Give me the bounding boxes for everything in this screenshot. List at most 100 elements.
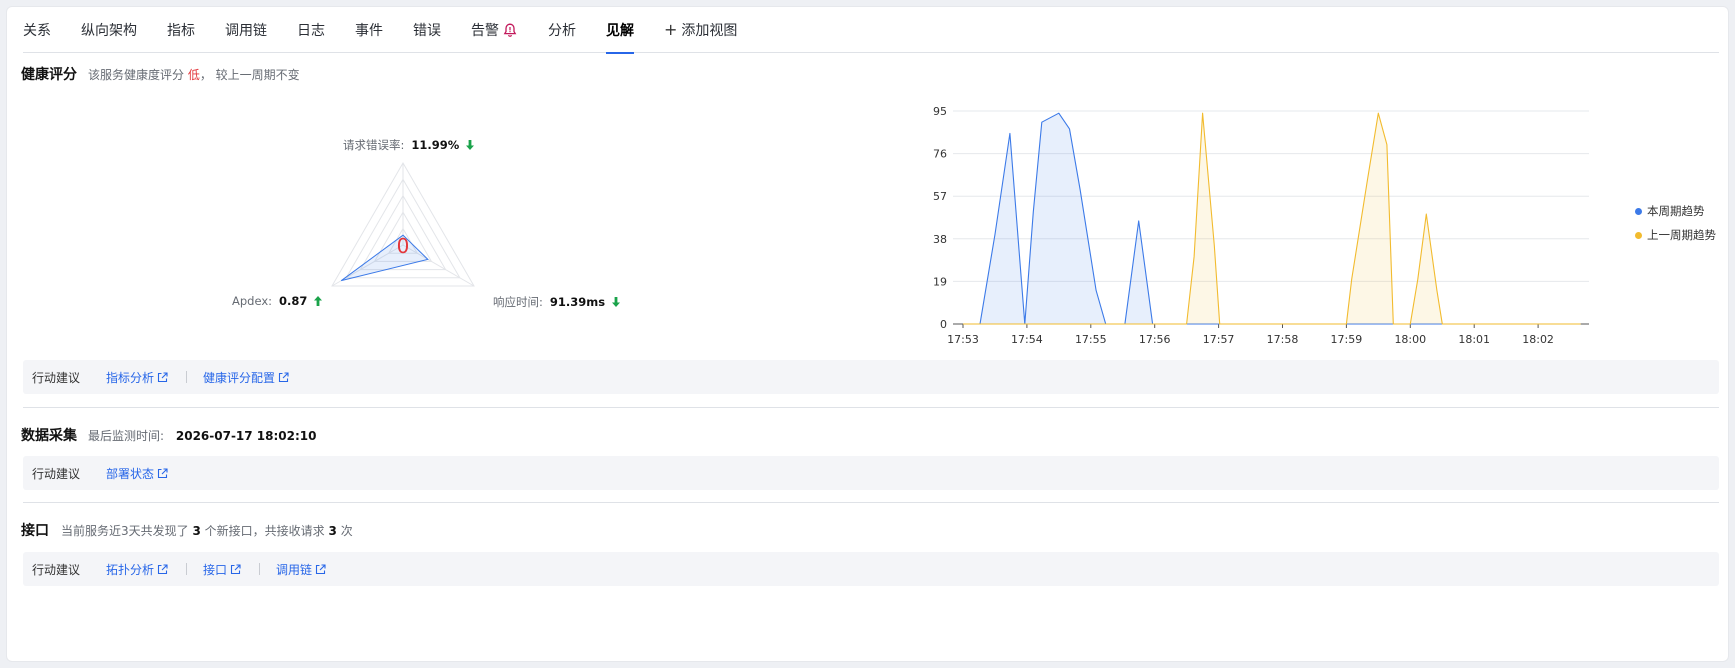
- x-tick-label: 17:53: [947, 333, 979, 346]
- y-tick-label: 95: [933, 105, 947, 118]
- legend-current-label: 本周期趋势: [1647, 204, 1705, 218]
- deploy-status-link-label: 部署状态: [106, 466, 155, 481]
- tab-bar: 关系 纵向架构 指标 调用链 日志 事件 错误 告警 分析 见解 + 添加视图: [23, 7, 1719, 54]
- tab-logs[interactable]: 日志: [297, 7, 325, 53]
- apdex-label: Apdex:: [232, 294, 273, 308]
- error-rate-value: 11.99%: [411, 138, 460, 152]
- x-tick-label: 17:56: [1139, 333, 1171, 346]
- x-tick-label: 18:01: [1458, 333, 1490, 346]
- health-radar: 0 请求错误率: 11.99% Apdex: 0.87 响应时间: 91.39m…: [227, 133, 687, 353]
- health-score: 0: [397, 234, 410, 258]
- advice-label: 行动建议: [32, 562, 81, 577]
- section-divider: [23, 407, 1719, 408]
- arrow-down-icon: [612, 297, 621, 307]
- collect-advice-bar: 行动建议 部署状态: [23, 456, 1719, 490]
- error-rate-metric: 请求错误率: 11.99%: [343, 137, 475, 153]
- legend-current-dot: [1635, 207, 1642, 215]
- api-link[interactable]: 接口: [203, 561, 241, 578]
- legend-previous-dot: [1635, 231, 1642, 239]
- error-rate-label: 请求错误率:: [343, 138, 405, 152]
- api-request-count: 3: [328, 524, 337, 538]
- api-link-label: 接口: [203, 562, 228, 577]
- external-link-icon: [157, 467, 168, 478]
- external-link-icon: [316, 563, 326, 574]
- external-link-icon: [157, 563, 168, 574]
- tab-alerts[interactable]: 告警: [471, 7, 518, 53]
- x-tick-label: 17:57: [1203, 333, 1235, 346]
- advice-label: 行动建议: [32, 466, 81, 481]
- tab-analysis[interactable]: 分析: [548, 7, 576, 53]
- tab-insight[interactable]: 见解: [606, 7, 634, 54]
- tab-errors[interactable]: 错误: [413, 7, 441, 53]
- data-collection-title: 数据采集: [21, 428, 77, 444]
- health-desc-suffix: ， 较上一周期不变: [199, 68, 300, 82]
- apdex-value: 0.87: [279, 294, 308, 308]
- last-monitor-time: 2026-07-17 18:02:10: [175, 429, 317, 443]
- tab-trace[interactable]: 调用链: [225, 7, 267, 53]
- data-collection-desc: 最后监测时间: 2026-07-17 18:02:10: [88, 427, 317, 444]
- legend-previous-label: 上一周期趋势: [1647, 228, 1716, 242]
- metric-analysis-link[interactable]: 指标分析: [106, 369, 168, 386]
- add-view-label: 添加视图: [681, 22, 738, 39]
- trace-link-label: 调用链: [276, 562, 313, 577]
- external-link-icon: [230, 563, 241, 574]
- external-link-icon: [278, 371, 289, 382]
- trend-chart: 0 19 38 57 76 95 17:53 17:54 17:55 17:56 17:57 17:5…: [877, 105, 1717, 395]
- x-tick-label: 18:00: [1394, 333, 1426, 346]
- health-level: 低: [187, 68, 200, 82]
- x-tick-label: 17:55: [1075, 333, 1107, 346]
- y-tick-label: 0: [940, 318, 947, 331]
- x-tick-label: 17:58: [1267, 333, 1299, 346]
- add-view-button[interactable]: + 添加视图: [664, 7, 737, 53]
- trend-chart-svg: 0 19 38 57 76 95 17:53 17:54 17:55 17:56 17:57 17:5…: [933, 105, 1589, 346]
- health-title: 健康评分: [21, 67, 77, 83]
- response-time-label: 响应时间:: [493, 295, 543, 309]
- link-separator: [259, 563, 261, 575]
- series-area-0: [963, 113, 1581, 324]
- last-monitor-label: 最后监测时间:: [88, 429, 165, 443]
- trace-link[interactable]: 调用链: [276, 561, 326, 578]
- metric-analysis-link-label: 指标分析: [106, 370, 155, 385]
- api-new-count: 3: [192, 524, 201, 538]
- api-desc-part3: 次: [340, 524, 353, 538]
- topology-analysis-link[interactable]: 拓扑分析: [106, 561, 168, 578]
- health-score-config-link[interactable]: 健康评分配置: [203, 369, 289, 386]
- health-score-config-link-label: 健康评分配置: [203, 370, 276, 385]
- legend-current[interactable]: 本周期趋势: [1635, 203, 1705, 219]
- tab-metrics[interactable]: 指标: [167, 7, 195, 53]
- x-tick-label: 17:54: [1011, 333, 1043, 346]
- health-advice-bar: 行动建议 指标分析 健康评分配置: [23, 360, 1719, 394]
- api-desc: 当前服务近3天共发现了 3 个新接口，共接收请求 3 次: [61, 522, 353, 539]
- api-title: 接口: [21, 523, 49, 539]
- advice-label: 行动建议: [32, 370, 81, 385]
- response-time-value: 91.39ms: [549, 295, 606, 309]
- topology-analysis-link-label: 拓扑分析: [106, 562, 155, 577]
- tab-events[interactable]: 事件: [355, 7, 383, 53]
- deploy-status-link[interactable]: 部署状态: [106, 465, 168, 482]
- insight-card: 关系 纵向架构 指标 调用链 日志 事件 错误 告警 分析 见解 + 添加视图 …: [6, 6, 1729, 662]
- legend-previous[interactable]: 上一周期趋势: [1635, 227, 1716, 243]
- apdex-metric: Apdex: 0.87: [232, 294, 323, 308]
- tab-alerts-label: 告警: [471, 22, 499, 39]
- radar-chart: 0: [331, 162, 475, 287]
- radar-grid: [331, 162, 475, 287]
- api-advice-bar: 行动建议 拓扑分析 接口 调用链: [23, 552, 1719, 586]
- x-tick-label: 18:02: [1522, 333, 1554, 346]
- tab-relation[interactable]: 关系: [23, 7, 51, 53]
- alert-bell-icon: [503, 23, 517, 37]
- link-separator: [186, 563, 188, 575]
- y-tick-label: 76: [933, 148, 947, 161]
- section-divider: [23, 502, 1719, 503]
- link-separator: [186, 371, 188, 383]
- y-tick-label: 19: [933, 275, 947, 288]
- arrow-down-icon: [466, 140, 475, 150]
- api-desc-part1: 当前服务近3天共发现了: [61, 524, 189, 538]
- radar-value-shape: [340, 234, 429, 282]
- plus-icon: +: [664, 20, 678, 39]
- health-desc-prefix: 该服务健康度评分: [88, 68, 185, 82]
- external-link-icon: [157, 371, 168, 382]
- tab-vertical-arch[interactable]: 纵向架构: [81, 7, 137, 53]
- health-desc: 该服务健康度评分 低， 较上一周期不变: [88, 66, 300, 83]
- y-tick-label: 57: [933, 190, 947, 203]
- x-tick-label: 17:59: [1331, 333, 1363, 346]
